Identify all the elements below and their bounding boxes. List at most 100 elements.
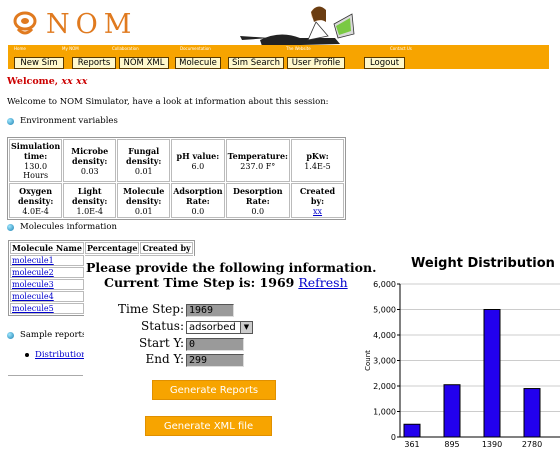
status-value: adsorbed xyxy=(189,322,236,333)
env-cell: Light density: 1.0E-4 xyxy=(63,183,117,218)
nav-reports-button[interactable]: Reports xyxy=(72,57,116,69)
env-value: 130.0 Hours xyxy=(23,162,49,180)
generate-xml-button[interactable]: Generate XML file xyxy=(145,416,272,436)
env-cell: pH value: 6.0 xyxy=(171,139,225,182)
env-value: 1.0E-4 xyxy=(76,206,103,216)
y-axis-label: Count xyxy=(364,350,372,371)
start-y-input[interactable]: 0 xyxy=(186,338,244,351)
molecules-heading: Molecules information xyxy=(7,222,117,232)
molecule-link[interactable]: molecule3 xyxy=(12,280,54,289)
env-value: 6.0 xyxy=(191,161,205,171)
nav-molecule-button[interactable]: Molecule xyxy=(175,57,221,69)
env-value: 0.03 xyxy=(80,166,99,176)
x-tick-label: 895 xyxy=(444,440,459,449)
reading-girl-illustration xyxy=(240,6,355,46)
current-step-line: Current Time Step is: 1969 Refresh xyxy=(104,275,348,290)
env-label: Molecule density: xyxy=(123,185,165,206)
x-tick-label: 361 xyxy=(404,440,419,449)
env-cell: Desorption Rate: 0.0 xyxy=(225,183,291,218)
created-by-link[interactable]: xx xyxy=(313,207,322,216)
environment-table: Simulation time: 130.0 Hours Microbe dens… xyxy=(7,137,347,220)
table-header-row: Molecule Name Percentage Created by xyxy=(10,242,193,254)
distribution-link[interactable]: Distribution xyxy=(35,350,87,360)
status-label: Status: xyxy=(141,319,184,333)
col-molecule-name: Molecule Name xyxy=(10,242,84,254)
bar-link-home[interactable]: Home xyxy=(14,46,26,51)
env-cell: Temperature: 237.0 F° xyxy=(225,139,291,182)
env-value: 0.01 xyxy=(134,206,153,216)
x-tick-label: 2780 xyxy=(522,440,542,449)
env-label: Light density: xyxy=(72,185,108,206)
y-tick-label: 6,000 xyxy=(373,280,396,289)
bar xyxy=(483,309,501,438)
end-y-label: End Y: xyxy=(145,352,184,366)
molecule-link[interactable]: molecule1 xyxy=(12,256,54,265)
bar xyxy=(403,423,421,438)
welcome-user: xx xx xyxy=(61,76,88,87)
y-tick-label: 2,000 xyxy=(373,382,396,391)
nav-user-profile-button[interactable]: User Profile xyxy=(287,57,345,69)
bullet-icon xyxy=(7,223,14,231)
table-row: Simulation time: 130.0 Hours Microbe dens… xyxy=(9,139,345,182)
status-select[interactable]: adsorbed ▼ xyxy=(186,321,253,334)
molecule-link[interactable]: molecule2 xyxy=(12,268,54,277)
time-step-input[interactable]: 1969 xyxy=(186,304,234,317)
top-link-bar xyxy=(8,45,549,56)
bar-link-website[interactable]: The Website xyxy=(286,46,311,51)
generate-reports-button[interactable]: Generate Reports xyxy=(152,380,276,400)
env-cell: Created by: xx xyxy=(291,183,345,218)
refresh-link[interactable]: Refresh xyxy=(298,275,347,290)
site-header: NOM Home My NOM Collaboration Documentat… xyxy=(0,0,560,70)
welcome-prefix: Welcome, xyxy=(7,76,62,87)
molecule-link[interactable]: molecule5 xyxy=(12,304,54,313)
env-label: Microbe density: xyxy=(71,145,109,166)
env-value: 1.4E-5 xyxy=(304,161,331,171)
bullet-icon xyxy=(7,331,14,339)
nom-logo[interactable]: NOM xyxy=(10,6,137,42)
intro-text: Welcome to NOM Simulator, have a look at… xyxy=(7,97,329,107)
y-tick-label: 4,000 xyxy=(373,331,396,340)
y-tick-label: 1,000 xyxy=(373,408,396,417)
molecule-link[interactable]: molecule4 xyxy=(12,292,54,301)
env-value: 0.0 xyxy=(251,206,265,216)
env-value: 237.0 F° xyxy=(240,161,276,171)
bar-link-contact[interactable]: Contact Us xyxy=(390,46,412,51)
x-tick-label: 1390 xyxy=(482,440,502,449)
chevron-down-icon[interactable]: ▼ xyxy=(240,322,252,333)
bar xyxy=(523,388,541,438)
current-step-label: Current Time Step is: 1969 xyxy=(104,275,295,290)
y-tick-label: 3,000 xyxy=(373,357,396,366)
nav-sim-search-button[interactable]: Sim Search xyxy=(228,57,284,69)
env-cell: pKw: 1.4E-5 xyxy=(291,139,345,182)
col-created-by: Created by xyxy=(140,242,193,254)
nav-nom-xml-button[interactable]: NOM XML xyxy=(119,57,169,69)
env-label: Fungal density: xyxy=(126,145,162,166)
col-percentage: Percentage xyxy=(84,242,140,254)
bar xyxy=(443,384,461,438)
env-cell: Molecule density: 0.01 xyxy=(117,183,171,218)
y-tick-label: 0 xyxy=(391,433,396,442)
bar-link-my-nom[interactable]: My NOM xyxy=(62,46,79,51)
time-step-label: Time Step: xyxy=(117,302,184,316)
weight-distribution-chart: 0 1,000 2,000 3,000 4,000 5,000 6,000 Count 361 8… xyxy=(364,280,560,449)
dialog-title: Please provide the following information… xyxy=(86,260,377,275)
logo-text: NOM xyxy=(46,8,138,40)
env-label: pH value: xyxy=(176,150,220,161)
start-y-label: Start Y: xyxy=(138,336,184,350)
env-label: pKw: xyxy=(306,150,329,161)
logo-swirl-icon xyxy=(13,11,37,35)
env-cell: Simulation time: 130.0 Hours xyxy=(9,139,63,182)
env-label: Desorption Rate: xyxy=(233,185,283,206)
env-cell: Microbe density: 0.03 xyxy=(63,139,117,182)
env-label: Temperature: xyxy=(227,150,289,161)
nav-new-sim-button[interactable]: New Sim xyxy=(14,57,64,69)
env-value: 0.0 xyxy=(191,206,205,216)
end-y-input[interactable]: 299 xyxy=(186,354,244,367)
bar-link-collaboration[interactable]: Collaboration xyxy=(112,46,139,51)
nav-logout-button[interactable]: Logout xyxy=(364,57,405,69)
reports-heading-text: Sample reports xyxy=(20,330,87,340)
bar-link-documentation[interactable]: Documentation xyxy=(180,46,211,51)
bullet-icon xyxy=(7,117,14,125)
y-tick-label: 5,000 xyxy=(373,306,396,315)
env-cell: Fungal density: 0.01 xyxy=(117,139,171,182)
